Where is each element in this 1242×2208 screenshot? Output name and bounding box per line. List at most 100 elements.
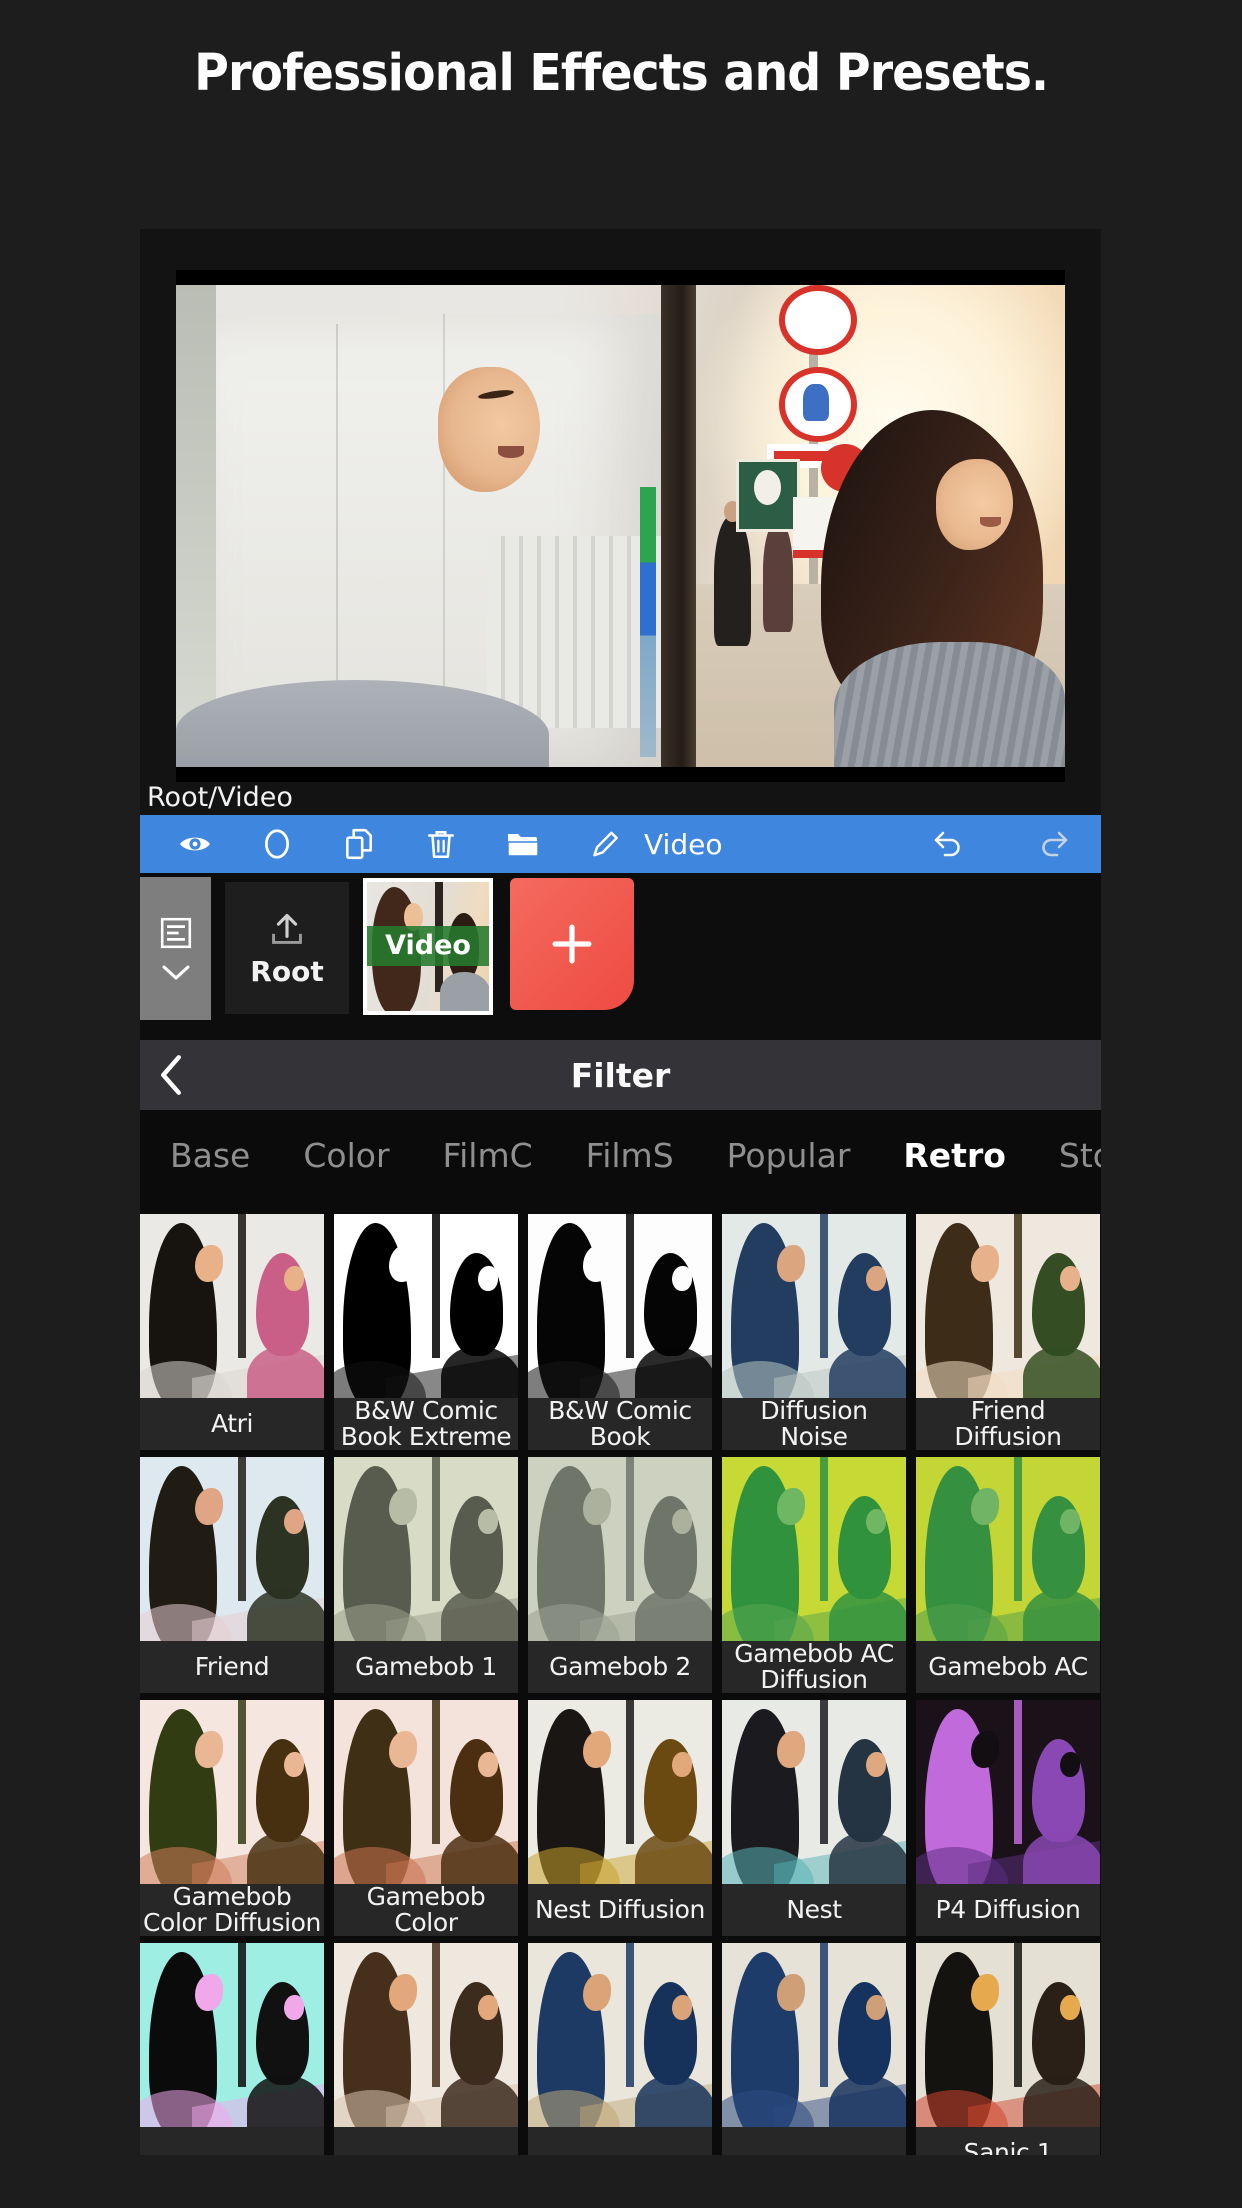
- filter-label: Gamebob AC Diffusion: [722, 1640, 906, 1693]
- filter-label: [528, 2127, 712, 2155]
- filter-thumbnail: [722, 1943, 906, 2127]
- filter-label: B&W Comic Book Extreme: [334, 1397, 518, 1450]
- video-clip-thumbnail[interactable]: Video: [363, 878, 493, 1015]
- tab-filmc[interactable]: FilmC: [443, 1136, 533, 1175]
- strip-sidebar[interactable]: [140, 877, 211, 1020]
- plus-icon: [552, 924, 592, 964]
- filter-thumbnail: [722, 1457, 906, 1641]
- filter-label: Friend: [140, 1641, 324, 1693]
- scene-woman-right-smile: [979, 517, 1001, 527]
- filter-thumbnail: [334, 1214, 518, 1398]
- scene-info-sign: [736, 458, 800, 532]
- clip-thumbnail-image: Video: [367, 882, 489, 1011]
- scene-traffic-sign: [778, 366, 857, 442]
- video-preview[interactable]: [176, 270, 1065, 782]
- filter-tile[interactable]: Sanic 1: [916, 1943, 1100, 2155]
- filter-tile[interactable]: Nest Diffusion: [528, 1700, 712, 1936]
- filter-thumbnail: [722, 1700, 906, 1884]
- filter-label: Gamebob 1: [334, 1641, 518, 1693]
- filter-tile[interactable]: B&W Comic Book Extreme: [334, 1214, 518, 1450]
- filter-tile[interactable]: Diffusion Noise: [722, 1214, 906, 1450]
- tab-films[interactable]: FilmS: [586, 1136, 674, 1175]
- filter-thumbnail: [140, 1214, 324, 1398]
- filter-label: Sanic 1: [916, 2127, 1100, 2155]
- filter-thumbnail: [916, 1700, 1100, 1884]
- filter-header: Filter: [140, 1040, 1101, 1110]
- root-folder-button[interactable]: Root: [225, 882, 349, 1014]
- filter-label: B&W Comic Book: [528, 1397, 712, 1450]
- filter-label: P4 Diffusion: [916, 1884, 1100, 1936]
- add-clip-button[interactable]: [510, 878, 634, 1010]
- upload-icon: [272, 913, 302, 944]
- filter-label: [722, 2127, 906, 2155]
- filter-label: Nest Diffusion: [528, 1884, 712, 1936]
- scene-building: [176, 285, 216, 767]
- filter-label: Gamebob Color Diffusion: [140, 1883, 324, 1936]
- filter-tile[interactable]: P4 Diffusion: [916, 1700, 1100, 1936]
- redo-icon[interactable]: [1037, 827, 1071, 861]
- scene-color-strip: [640, 487, 657, 758]
- scene-traffic-sign: [778, 285, 857, 355]
- tab-base[interactable]: Base: [170, 1136, 250, 1175]
- filter-grid: Atri B&W Comic Book Extreme B&W Comic Book…: [140, 1214, 1100, 2155]
- filter-tile[interactable]: Gamebob AC Diffusion: [722, 1457, 906, 1693]
- trash-icon[interactable]: [424, 827, 458, 861]
- filter-tile[interactable]: Atri: [140, 1214, 324, 1450]
- tab-color[interactable]: Color: [303, 1136, 389, 1175]
- ellipse-icon[interactable]: [260, 827, 294, 861]
- root-folder-label: Root: [250, 954, 324, 988]
- copy-icon[interactable]: [342, 827, 376, 861]
- filter-thumbnail: [140, 1457, 324, 1641]
- filter-label: Diffusion Noise: [722, 1397, 906, 1450]
- undo-icon[interactable]: [931, 827, 965, 861]
- eye-icon[interactable]: [178, 827, 212, 861]
- scene-pedestrian: [762, 521, 793, 633]
- filter-tile[interactable]: Gamebob 1: [334, 1457, 518, 1693]
- filter-tile[interactable]: Gamebob AC: [916, 1457, 1100, 1693]
- filter-tile[interactable]: Nest: [722, 1700, 906, 1936]
- filter-tile[interactable]: [528, 1943, 712, 2155]
- filter-tile[interactable]: Gamebob 2: [528, 1457, 712, 1693]
- filter-tile[interactable]: Gamebob Color: [334, 1700, 518, 1936]
- filter-tile[interactable]: [722, 1943, 906, 2155]
- pencil-icon[interactable]: [588, 827, 622, 861]
- filter-thumbnail: [722, 1214, 906, 1398]
- filter-thumbnail: [334, 1943, 518, 2127]
- filter-label: Friend Diffusion: [916, 1397, 1100, 1450]
- page-title: Professional Effects and Presets.: [194, 44, 1049, 103]
- folder-icon[interactable]: [506, 827, 540, 861]
- filter-tile[interactable]: Friend: [140, 1457, 324, 1693]
- toolbar-selection-label: Video: [644, 827, 723, 861]
- chevron-down-icon: [162, 965, 189, 979]
- filter-thumbnail: [528, 1943, 712, 2127]
- filter-tile[interactable]: [140, 1943, 324, 2155]
- filter-thumbnail: [528, 1214, 712, 1398]
- filter-label: [140, 2127, 324, 2155]
- scene-pedestrian: [713, 500, 752, 647]
- filter-tile[interactable]: [334, 1943, 518, 2155]
- filter-label: Atri: [140, 1398, 324, 1450]
- tab-popular[interactable]: Popular: [727, 1136, 851, 1175]
- filter-label: Nest: [722, 1884, 906, 1936]
- filter-section: BaseColorFilmCFilmSPopularRetroSto AtriB…: [140, 1110, 1101, 2155]
- filter-panel-title: Filter: [570, 1055, 671, 1095]
- filter-tile[interactable]: Gamebob Color Diffusion: [140, 1700, 324, 1936]
- filter-tile[interactable]: B&W Comic Book: [528, 1214, 712, 1450]
- filter-thumbnail: [334, 1457, 518, 1641]
- video-preview-image: [176, 285, 1065, 767]
- filter-thumbnail: [140, 1700, 324, 1884]
- app-screenshot-panel: Root/Video Video Root Video Filter Base …: [140, 229, 1101, 2155]
- tab-sto[interactable]: Sto: [1059, 1136, 1101, 1175]
- filter-thumbnail: [528, 1700, 712, 1884]
- tab-retro[interactable]: Retro: [903, 1136, 1006, 1175]
- scene-pole: [660, 285, 697, 767]
- filter-thumbnail: [916, 1214, 1100, 1398]
- list-icon: [160, 917, 191, 948]
- filter-thumbnail: [140, 1943, 324, 2127]
- filter-tile[interactable]: Friend Diffusion: [916, 1214, 1100, 1450]
- filter-tab-bar: Base Color FilmC FilmS Popular Retro Sto: [140, 1110, 1101, 1175]
- back-button[interactable]: [156, 1054, 186, 1096]
- filter-thumbnail: [916, 1943, 1100, 2127]
- filter-label: Gamebob 2: [528, 1641, 712, 1693]
- media-toolbar: Video: [140, 815, 1101, 873]
